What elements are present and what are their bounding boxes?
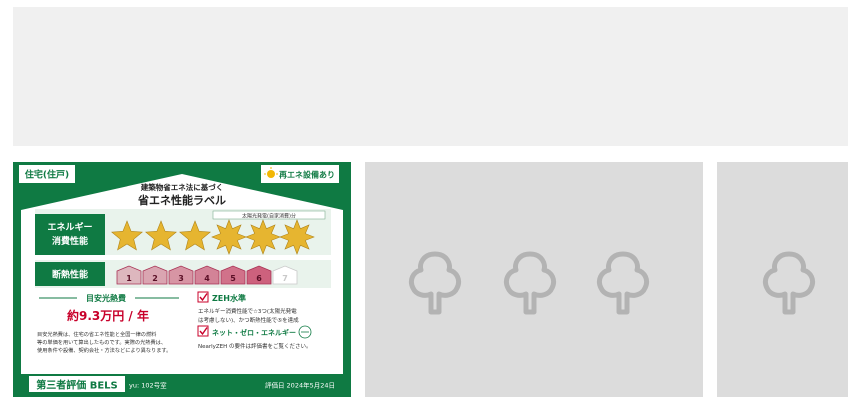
renewable-badge: 再エネ設備あり bbox=[279, 170, 335, 180]
insulation-label: 断熱性能 bbox=[52, 269, 88, 281]
image-placeholder-card[interactable] bbox=[365, 162, 703, 397]
zeh-heading: ZEH水準 bbox=[212, 293, 246, 303]
star-burst-icon bbox=[279, 219, 315, 255]
tree-icon bbox=[503, 251, 557, 315]
netzero-heading: ネット・ゼロ・エネルギー bbox=[212, 328, 296, 337]
solar-note: 太陽光発電(自家消費)分 bbox=[242, 213, 296, 220]
cost-note-1: 目安光熱費は、住宅の省エネ性能と全国一律の燃料 bbox=[37, 330, 156, 338]
tree-icon bbox=[408, 251, 462, 315]
energy-label-line2: 消費性能 bbox=[52, 235, 88, 247]
insulation-grade-label: 1 bbox=[126, 274, 132, 283]
energy-label: 住宅(住戸) 再エネ設備あり 建築物省エネ法に基づく 省エネ性能ラベル エネルギ… bbox=[13, 162, 351, 397]
tree-icon bbox=[762, 251, 816, 315]
title-large: 省エネ性能ラベル bbox=[137, 193, 226, 207]
energy-label-card[interactable]: 住宅(住戸) 再エネ設備あり 建築物省エネ法に基づく 省エネ性能ラベル エネルギ… bbox=[13, 162, 351, 397]
evaluator: 第三者評価 BELS bbox=[36, 379, 118, 392]
cost-value: 約9.3万円 / 年 bbox=[67, 308, 149, 323]
insulation-grade-label: 2 bbox=[152, 274, 158, 283]
tree-icon bbox=[596, 251, 650, 315]
title-small: 建築物省エネ法に基づく bbox=[140, 182, 224, 192]
energy-label-line1: エネルギー bbox=[47, 221, 92, 233]
cost-note-2: 等の単価を用いて算出したものです。実際の光熱費は、 bbox=[37, 338, 166, 346]
check-icon bbox=[197, 291, 209, 303]
insulation-grade-label: 7 bbox=[282, 274, 288, 283]
image-placeholder-card[interactable] bbox=[717, 162, 848, 397]
insulation-grade-label: 4 bbox=[204, 274, 210, 283]
zeh-line-1: エネルギー消費性能で☆3つ(太陽光発電 bbox=[198, 307, 297, 315]
banner-placeholder bbox=[13, 7, 848, 146]
evaluation-date: 評価日 2024年5月24日 bbox=[265, 381, 335, 390]
star-burst-icon bbox=[211, 219, 247, 255]
insulation-grade-label: 5 bbox=[230, 274, 236, 283]
cost-note-3: 使用条件や設備、契約会社・方法などにより異なります。 bbox=[37, 346, 171, 354]
check-icon bbox=[197, 325, 209, 337]
insulation-grade-label: 6 bbox=[256, 274, 262, 283]
cost-heading: 目安光熱費 bbox=[86, 293, 126, 303]
category-text: 住宅(住戸) bbox=[25, 169, 69, 181]
zeh-line-2: は考慮しない)、かつ断熱性能で⑤を達成 bbox=[198, 316, 299, 324]
room-text: yu: 102号室 bbox=[129, 381, 167, 390]
star-burst-icon bbox=[245, 219, 281, 255]
netzero-note: NearlyZEH の要件は評価書をご覧ください。 bbox=[198, 342, 312, 350]
insulation-grade-label: 3 bbox=[178, 274, 184, 283]
